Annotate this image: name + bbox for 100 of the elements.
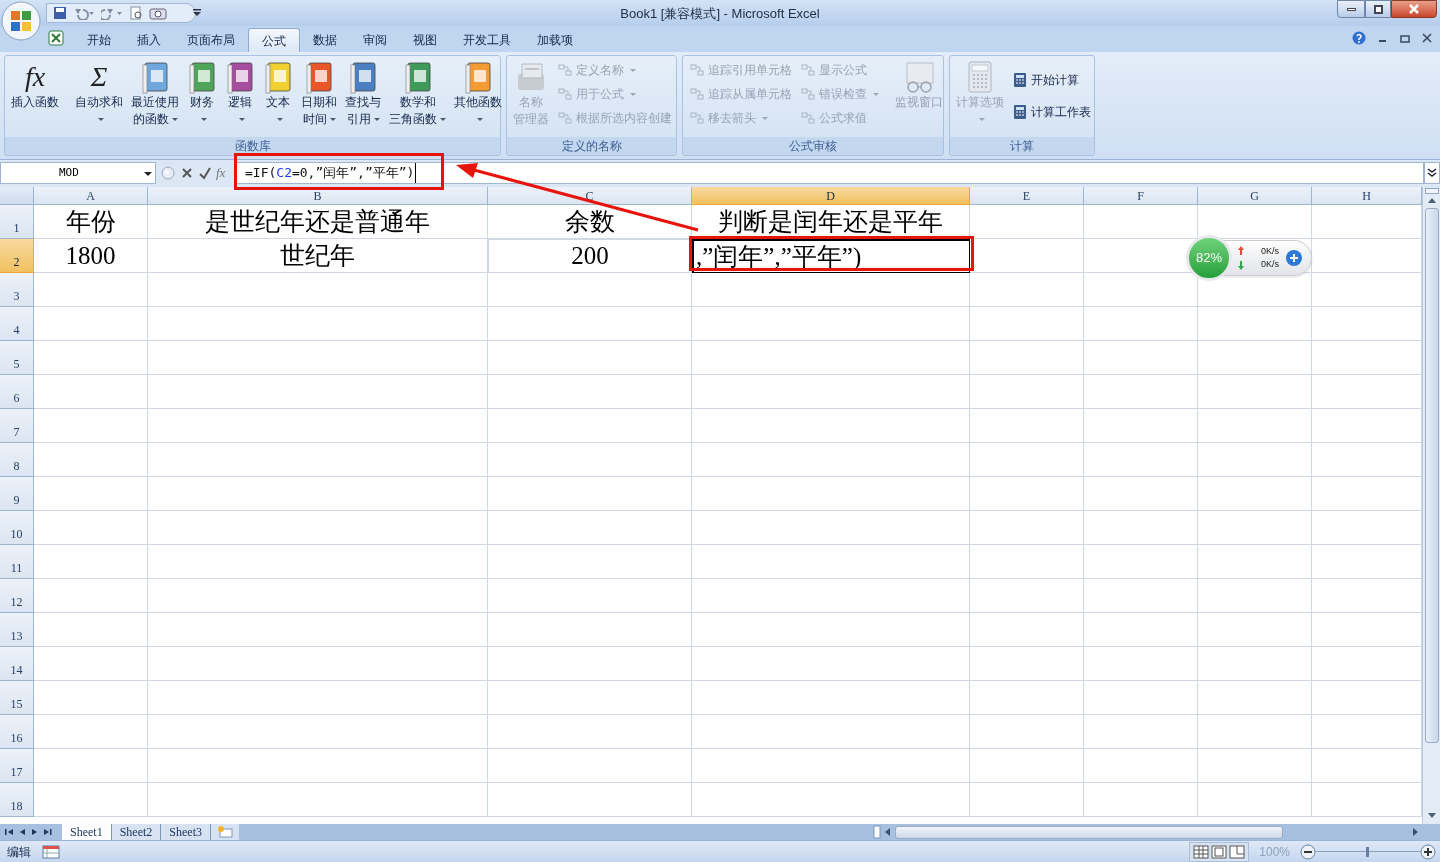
column-header[interactable]: F bbox=[1084, 187, 1198, 205]
sheet-tab[interactable]: Sheet2 bbox=[111, 824, 162, 840]
ribbon-button[interactable]: 查找与 引用 bbox=[342, 58, 384, 128]
minimize-icon bbox=[1346, 7, 1356, 11]
ribbon-button[interactable]: 日期和 时间 bbox=[298, 58, 340, 128]
insert-function-button[interactable]: fx bbox=[216, 163, 226, 183]
name-box[interactable]: MOD bbox=[0, 162, 156, 184]
page-break-icon[interactable] bbox=[1229, 844, 1246, 859]
scroll-right-icon[interactable] bbox=[1410, 827, 1420, 837]
row-header[interactable]: 4 bbox=[0, 307, 34, 341]
ribbon-tab[interactable]: 开始 bbox=[74, 28, 124, 52]
connector-icon bbox=[557, 86, 573, 102]
expand-button[interactable] bbox=[1424, 162, 1440, 184]
split-handle-icon[interactable] bbox=[873, 825, 881, 839]
row-header[interactable]: 7 bbox=[0, 409, 34, 443]
redo-icon[interactable] bbox=[101, 6, 123, 20]
formula-field[interactable]: =IF(C2=0,”闰年”,”平年”) bbox=[236, 162, 1424, 184]
column-header[interactable]: D bbox=[692, 187, 970, 205]
zoom-level: 100% bbox=[1259, 843, 1290, 861]
help-icon[interactable] bbox=[1352, 31, 1366, 45]
row-header[interactable]: 11 bbox=[0, 545, 34, 579]
save-icon[interactable] bbox=[53, 6, 67, 20]
row-header[interactable]: 2 bbox=[0, 239, 34, 273]
grip-icon[interactable] bbox=[160, 165, 176, 181]
connector-icon bbox=[689, 86, 705, 102]
ribbon-button[interactable]: fx 插入函数 bbox=[8, 58, 62, 111]
enter-icon[interactable] bbox=[198, 166, 212, 180]
row-header[interactable]: 18 bbox=[0, 783, 34, 817]
ribbon-button[interactable]: 数学和 三角函数 bbox=[386, 58, 449, 128]
next-sheet-icon[interactable] bbox=[31, 828, 39, 836]
ribbon-button[interactable]: 文本 bbox=[260, 58, 296, 128]
sheet-tab[interactable]: Sheet3 bbox=[161, 824, 211, 840]
add-icon[interactable] bbox=[1285, 249, 1303, 267]
normal-view-icon[interactable] bbox=[1193, 844, 1210, 859]
ribbon-tab[interactable]: 视图 bbox=[400, 28, 450, 52]
row-header[interactable]: 14 bbox=[0, 647, 34, 681]
row-header[interactable]: 8 bbox=[0, 443, 34, 477]
restore-icon[interactable] bbox=[1400, 33, 1410, 43]
table-cell: 是世纪年还是普通年 bbox=[148, 205, 488, 239]
ribbon-tab[interactable]: 加载项 bbox=[524, 28, 586, 52]
print-preview-icon[interactable] bbox=[129, 6, 143, 20]
row-header[interactable]: 6 bbox=[0, 375, 34, 409]
vertical-scrollbar[interactable] bbox=[1422, 187, 1440, 824]
first-sheet-icon[interactable] bbox=[5, 828, 13, 836]
column-header[interactable]: H bbox=[1312, 187, 1422, 205]
ribbon-button[interactable]: 最近使用 的函数 bbox=[128, 58, 182, 128]
ribbon-tab[interactable]: 公式 bbox=[248, 28, 300, 52]
ribbon-tab[interactable]: 数据 bbox=[300, 28, 350, 52]
dropdown-icon[interactable] bbox=[144, 172, 152, 176]
ribbon-button[interactable]: 计算工作表 bbox=[1012, 100, 1091, 124]
undo-icon[interactable] bbox=[73, 6, 95, 20]
ribbon-button[interactable]: Σ 自动求和 bbox=[72, 58, 126, 128]
row-header[interactable]: 5 bbox=[0, 341, 34, 375]
download-speed: 0K/s bbox=[1261, 258, 1279, 271]
minimize-button[interactable] bbox=[1337, 0, 1365, 18]
ribbon-button[interactable]: 其他函数 bbox=[451, 58, 505, 128]
row-header[interactable]: 10 bbox=[0, 511, 34, 545]
row-header[interactable]: 13 bbox=[0, 613, 34, 647]
column-header[interactable]: G bbox=[1198, 187, 1312, 205]
window-title: Book1 [兼容模式] - Microsoft Excel bbox=[620, 6, 820, 21]
camera-icon[interactable] bbox=[149, 6, 167, 20]
excel-icon bbox=[48, 30, 64, 46]
cancel-icon[interactable] bbox=[180, 166, 194, 180]
ribbon-tab[interactable]: 审阅 bbox=[350, 28, 400, 52]
zoom-out-icon[interactable] bbox=[1300, 843, 1316, 860]
scroll-thumb[interactable] bbox=[1424, 208, 1439, 743]
split-handle[interactable] bbox=[1424, 188, 1439, 194]
connector-icon bbox=[800, 62, 816, 78]
last-sheet-icon[interactable] bbox=[44, 828, 52, 836]
row-header[interactable]: 17 bbox=[0, 749, 34, 783]
ribbon-tab[interactable]: 开发工具 bbox=[450, 28, 524, 52]
function-glyph: fx bbox=[24, 60, 46, 94]
column-header[interactable]: C bbox=[488, 187, 692, 205]
row-header[interactable]: 12 bbox=[0, 579, 34, 613]
column-header[interactable]: A bbox=[34, 187, 148, 205]
row-header[interactable]: 16 bbox=[0, 715, 34, 749]
row-header[interactable]: 1 bbox=[0, 205, 34, 239]
sheet-tab[interactable]: Sheet1 bbox=[62, 824, 112, 840]
close-icon[interactable] bbox=[1422, 33, 1432, 43]
ribbon-tab[interactable]: 页面布局 bbox=[174, 28, 248, 52]
ribbon-tab[interactable]: 插入 bbox=[124, 28, 174, 52]
macro-record-icon[interactable] bbox=[42, 844, 60, 859]
restore-button[interactable] bbox=[1365, 0, 1391, 18]
slider-thumb[interactable] bbox=[1366, 846, 1369, 857]
table-cell: 年份 bbox=[34, 205, 148, 239]
zoom-in-icon[interactable] bbox=[1420, 843, 1436, 860]
scroll-left-icon[interactable] bbox=[883, 827, 893, 837]
scroll-thumb[interactable] bbox=[895, 825, 1283, 839]
customize-icon[interactable] bbox=[192, 8, 202, 18]
column-header[interactable]: E bbox=[970, 187, 1084, 205]
row-header[interactable]: 9 bbox=[0, 477, 34, 511]
row-header[interactable]: 15 bbox=[0, 681, 34, 715]
previous-sheet-icon[interactable] bbox=[18, 828, 26, 836]
ribbon-button[interactable]: 逻辑 bbox=[222, 58, 258, 128]
close-button[interactable] bbox=[1391, 0, 1437, 18]
ribbon-button[interactable]: 开始计算 bbox=[1012, 68, 1091, 92]
row-header[interactable]: 3 bbox=[0, 273, 34, 307]
table-cell: 判断是闰年还是平年 bbox=[692, 205, 970, 239]
page-layout-icon[interactable] bbox=[1211, 844, 1228, 859]
ribbon-button[interactable]: 财务 bbox=[184, 58, 220, 128]
